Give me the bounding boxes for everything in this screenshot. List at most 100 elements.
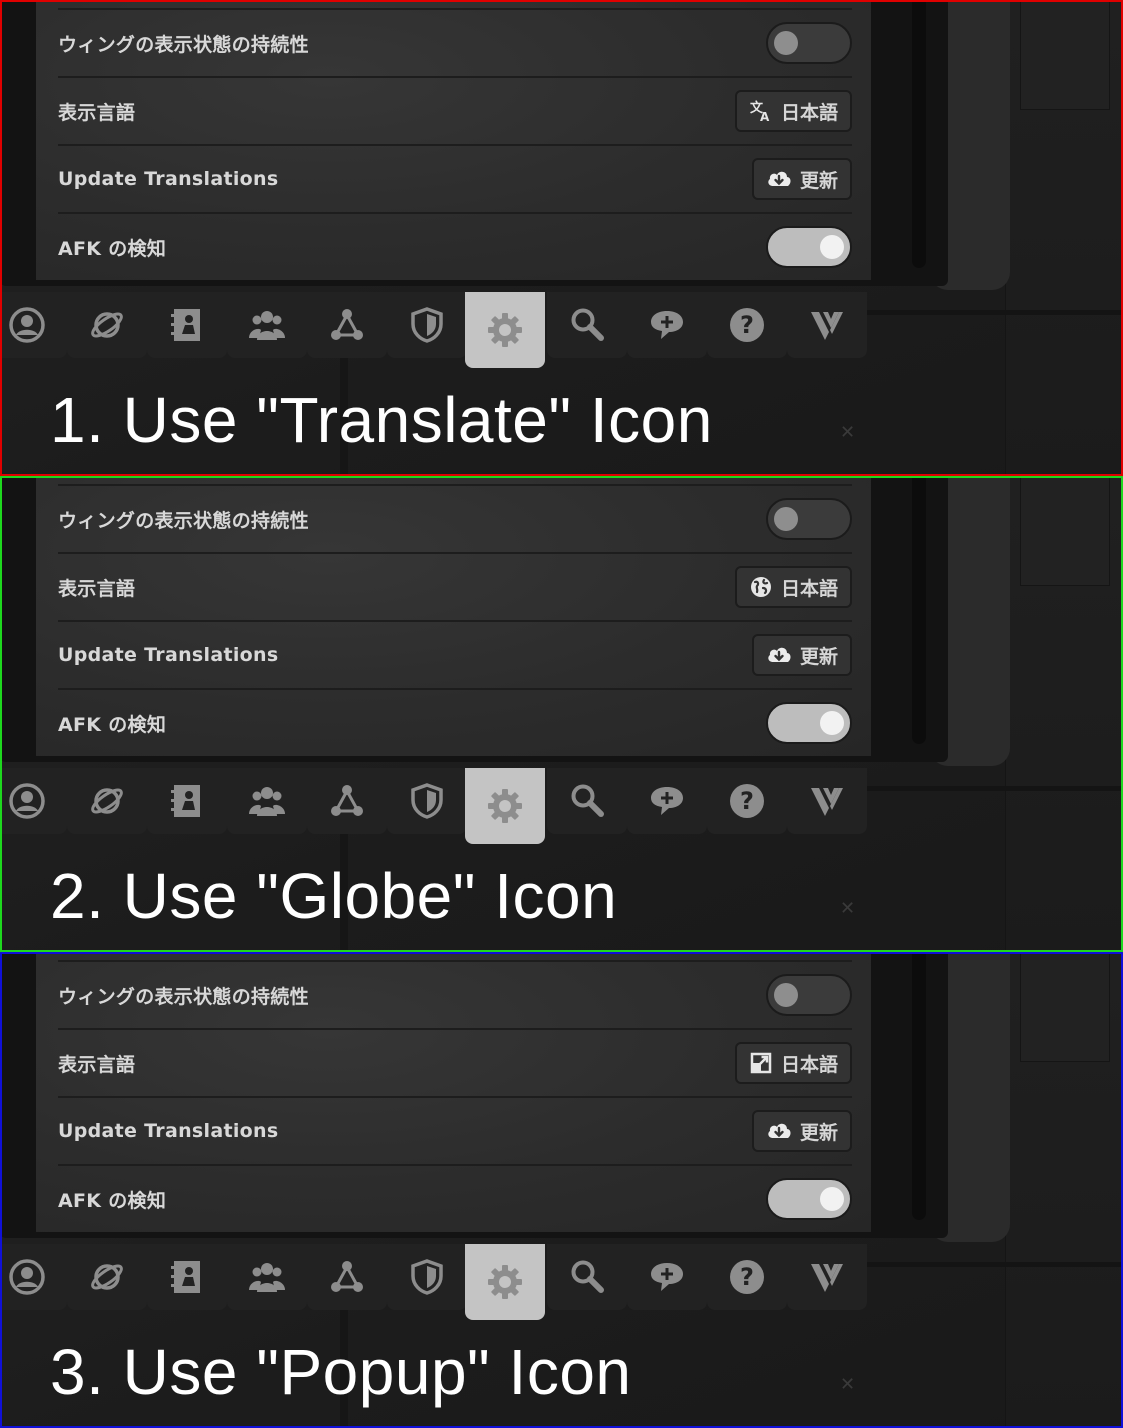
afk-detection-toggle[interactable] bbox=[766, 1178, 852, 1220]
toggle-knob bbox=[774, 31, 798, 55]
popup-icon bbox=[749, 1051, 773, 1075]
chat-add-icon bbox=[648, 782, 686, 820]
tab-chat-add[interactable] bbox=[627, 1244, 707, 1310]
vrchat-logo-icon bbox=[808, 782, 846, 820]
tab-vrchat-logo[interactable] bbox=[787, 768, 867, 834]
wing-persistence-label: ウィングの表示状態の持続性 bbox=[58, 509, 309, 532]
tab-safety-shield[interactable] bbox=[387, 1244, 467, 1310]
help-question-icon: ? bbox=[728, 306, 766, 344]
comparison-variant-2: ✕ ウィングの表示状態の持続性 表示言語 日本語 Update Translat… bbox=[0, 476, 1123, 952]
quick-menu-tabbar: ? bbox=[0, 1244, 867, 1320]
globe-icon bbox=[749, 575, 773, 599]
setting-row-display-language: 表示言語 日本語 bbox=[58, 1028, 852, 1096]
tab-avatars[interactable] bbox=[147, 292, 227, 358]
update-translations-button[interactable]: 更新 bbox=[751, 634, 852, 676]
tab-social-people[interactable] bbox=[227, 768, 307, 834]
afk-detection-toggle[interactable] bbox=[766, 226, 852, 268]
vrchat-logo-icon bbox=[808, 1258, 846, 1296]
language-select-button[interactable]: 日本語 bbox=[734, 1042, 852, 1084]
language-select-button[interactable]: 文A 日本語 bbox=[734, 90, 852, 132]
tab-chat-add[interactable] bbox=[627, 768, 707, 834]
setting-row-display-language: 表示言語 文A 日本語 bbox=[58, 76, 852, 144]
update-translations-button[interactable]: 更新 bbox=[751, 1110, 852, 1152]
setting-row-afk-detection: AFK の検知 bbox=[58, 688, 852, 756]
tab-avatars[interactable] bbox=[147, 768, 227, 834]
social-people-icon bbox=[247, 1258, 287, 1296]
tab-worlds-planet[interactable] bbox=[67, 292, 147, 358]
svg-text:?: ? bbox=[740, 787, 754, 815]
update-translations-label: Update Translations bbox=[58, 1120, 279, 1142]
display-language-label: 表示言語 bbox=[58, 577, 136, 600]
tab-settings-gear[interactable] bbox=[465, 768, 545, 844]
settings-scrollbar[interactable] bbox=[912, 952, 926, 1220]
settings-scrollbar[interactable] bbox=[912, 476, 926, 744]
setting-row-wing-persistence: ウィングの表示状態の持続性 bbox=[58, 8, 852, 76]
afk-detection-label: AFK の検知 bbox=[58, 713, 167, 736]
quick-menu-tabbar: ? bbox=[0, 292, 867, 368]
settings-scrollbar[interactable] bbox=[912, 0, 926, 268]
tab-social-people[interactable] bbox=[227, 292, 307, 358]
tab-safety-shield[interactable] bbox=[387, 768, 467, 834]
avatars-icon bbox=[168, 306, 206, 344]
update-button-label: 更新 bbox=[799, 169, 838, 192]
update-translations-button[interactable]: 更新 bbox=[751, 158, 852, 200]
tab-help-question[interactable]: ? bbox=[707, 768, 787, 834]
wing-persistence-label: ウィングの表示状態の持続性 bbox=[58, 985, 309, 1008]
tab-groups-network[interactable] bbox=[307, 768, 387, 834]
avatars-icon bbox=[168, 782, 206, 820]
vrchat-logo-icon bbox=[808, 306, 846, 344]
tab-help-question[interactable]: ? bbox=[707, 292, 787, 358]
tab-worlds-planet[interactable] bbox=[67, 1244, 147, 1310]
tab-settings-gear[interactable] bbox=[465, 1244, 545, 1320]
worlds-planet-icon bbox=[88, 782, 126, 820]
avatars-icon bbox=[168, 1258, 206, 1296]
afk-detection-label: AFK の検知 bbox=[58, 237, 167, 260]
tab-profile[interactable] bbox=[0, 1244, 67, 1310]
tab-chat-add[interactable] bbox=[627, 292, 707, 358]
profile-icon bbox=[8, 306, 46, 344]
help-question-icon: ? bbox=[728, 782, 766, 820]
tab-search[interactable] bbox=[547, 1244, 627, 1310]
update-button-label: 更新 bbox=[799, 1121, 838, 1144]
worlds-planet-icon bbox=[88, 306, 126, 344]
search-icon bbox=[568, 306, 606, 344]
tab-search[interactable] bbox=[547, 768, 627, 834]
tab-help-question[interactable]: ? bbox=[707, 1244, 787, 1310]
wing-persistence-toggle[interactable] bbox=[766, 974, 852, 1016]
tab-worlds-planet[interactable] bbox=[67, 768, 147, 834]
settings-gear-icon bbox=[485, 310, 525, 350]
update-button-label: 更新 bbox=[799, 645, 838, 668]
tab-vrchat-logo[interactable] bbox=[787, 1244, 867, 1310]
tab-groups-network[interactable] bbox=[307, 1244, 387, 1310]
wing-persistence-toggle[interactable] bbox=[766, 22, 852, 64]
toggle-knob bbox=[774, 507, 798, 531]
comparison-variant-1: ✕ ウィングの表示状態の持続性 表示言語 文A 日本語 Update Trans… bbox=[0, 0, 1123, 476]
tab-avatars[interactable] bbox=[147, 1244, 227, 1310]
tab-vrchat-logo[interactable] bbox=[787, 292, 867, 358]
toggle-knob bbox=[774, 983, 798, 1007]
tab-search[interactable] bbox=[547, 292, 627, 358]
tab-social-people[interactable] bbox=[227, 1244, 307, 1310]
toggle-knob bbox=[820, 1187, 844, 1211]
comparison-variant-3: ✕ ウィングの表示状態の持続性 表示言語 日本語 Update Translat… bbox=[0, 952, 1123, 1428]
groups-network-icon bbox=[328, 782, 366, 820]
background-rail bbox=[860, 310, 1123, 315]
social-people-icon bbox=[247, 782, 287, 820]
tab-settings-gear[interactable] bbox=[465, 292, 545, 368]
tab-profile[interactable] bbox=[0, 292, 67, 358]
afk-detection-label: AFK の検知 bbox=[58, 1189, 167, 1212]
language-select-button[interactable]: 日本語 bbox=[734, 566, 852, 608]
safety-shield-icon bbox=[408, 306, 446, 344]
cloud-download-icon bbox=[766, 1119, 792, 1143]
tab-safety-shield[interactable] bbox=[387, 292, 467, 358]
background-tile bbox=[1020, 952, 1110, 1062]
variant-caption: 2. Use "Globe" Icon bbox=[50, 860, 618, 932]
tab-profile[interactable] bbox=[0, 768, 67, 834]
afk-detection-toggle[interactable] bbox=[766, 702, 852, 744]
cloud-download-icon bbox=[766, 643, 792, 667]
safety-shield-icon bbox=[408, 782, 446, 820]
background-mark: ✕ bbox=[840, 898, 856, 919]
wing-persistence-toggle[interactable] bbox=[766, 498, 852, 540]
tab-groups-network[interactable] bbox=[307, 292, 387, 358]
update-translations-label: Update Translations bbox=[58, 168, 279, 190]
